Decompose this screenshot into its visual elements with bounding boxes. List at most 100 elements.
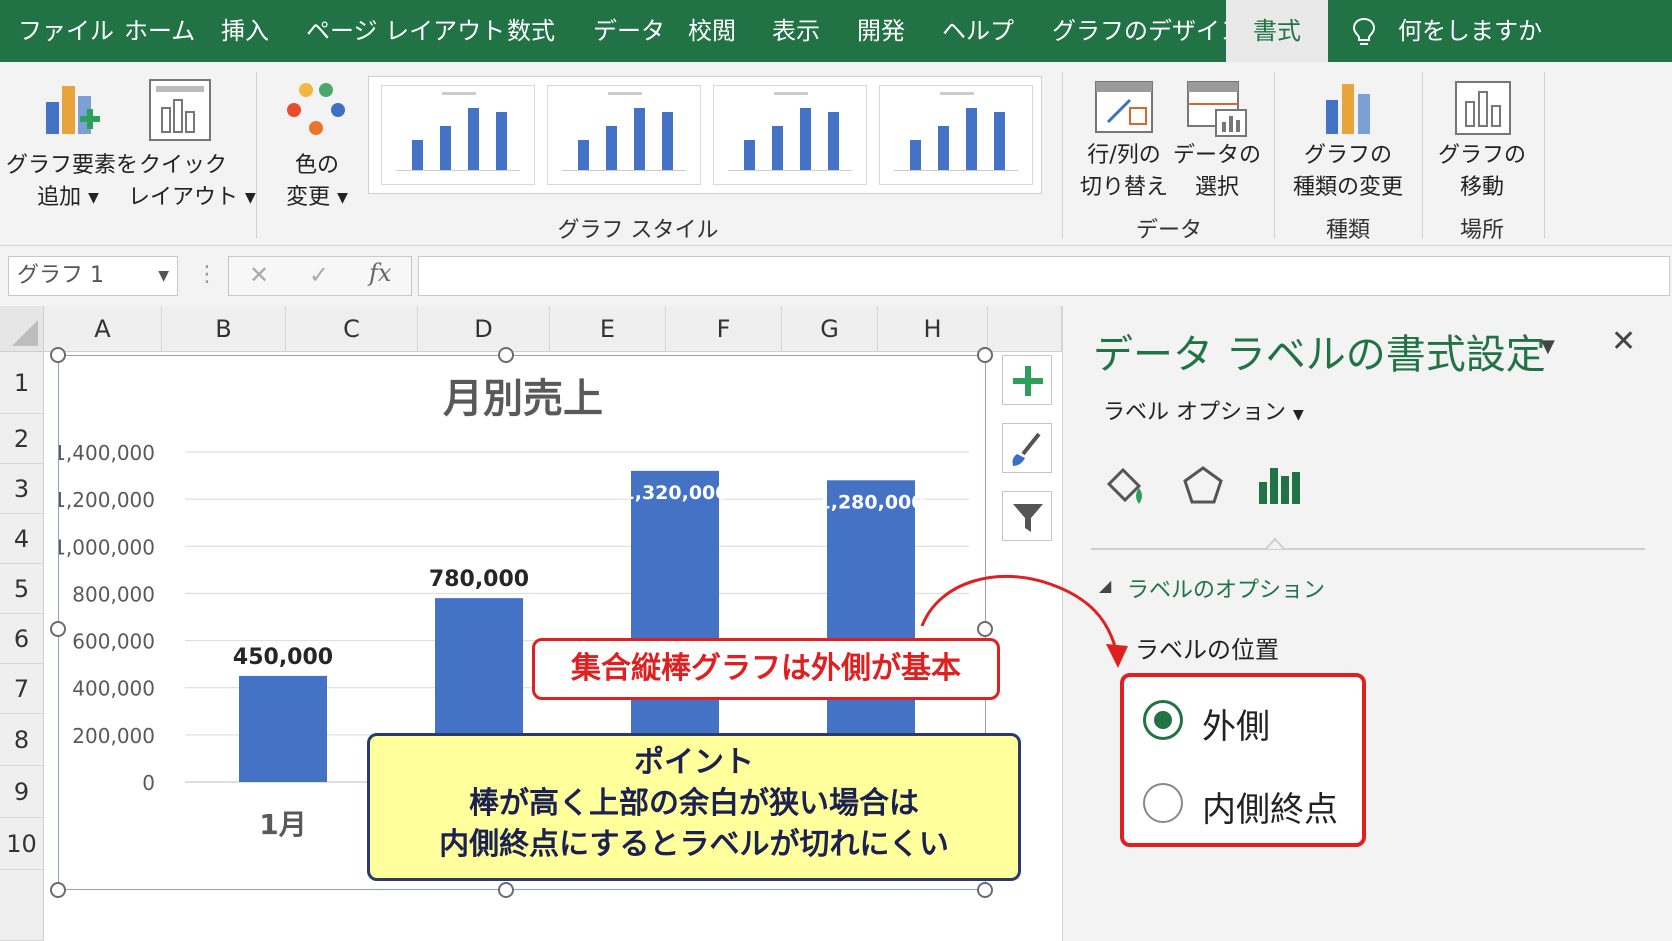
row-header-9[interactable]: 9	[0, 766, 44, 818]
tab-formulas[interactable]: 数式	[507, 0, 555, 62]
enter-icon[interactable]: ✓	[309, 261, 329, 289]
chart-title: 月別売上	[443, 376, 603, 422]
resize-handle-bottom-right[interactable]	[977, 882, 993, 898]
change-chart-type-button[interactable]: グラフの 種類の変更	[1286, 72, 1410, 208]
tab-format[interactable]: 書式	[1226, 0, 1328, 62]
resize-handle-bottom[interactable]	[498, 882, 514, 898]
column-header-e[interactable]: E	[550, 306, 666, 352]
row-header-10[interactable]: 10	[0, 818, 44, 870]
tab-developer[interactable]: 開発	[857, 0, 905, 62]
switch-row-column-label-1: 行/列の	[1087, 143, 1161, 168]
add-chart-element-button[interactable]: グラフ要素を 追加 ▼	[6, 72, 138, 222]
column-header-h[interactable]: H	[878, 306, 988, 352]
row-header-8[interactable]: 8	[0, 714, 44, 766]
radio-inside-end[interactable]	[1143, 783, 1183, 823]
ribbon-divider	[256, 72, 257, 238]
column-header-c[interactable]: C	[286, 306, 418, 352]
quick-layout-icon	[149, 79, 211, 141]
resize-handle-bottom-left[interactable]	[50, 882, 66, 898]
row-header-7[interactable]: 7	[0, 664, 44, 714]
chart-elements-button[interactable]	[1002, 355, 1052, 405]
row-header-3[interactable]: 3	[0, 464, 44, 514]
row-header-5[interactable]: 5	[0, 564, 44, 614]
chart-style-gallery	[368, 76, 1042, 194]
radio-outside-end[interactable]	[1143, 700, 1183, 740]
switch-row-column-icon	[1095, 81, 1153, 133]
name-box[interactable]: グラフ 1 ▼	[8, 256, 178, 296]
ribbon-divider	[1422, 72, 1423, 238]
column-header-g[interactable]: G	[782, 306, 878, 352]
move-chart-icon	[1455, 81, 1511, 135]
chart-style-thumbnail-3[interactable]	[713, 85, 867, 185]
row-header-2[interactable]: 2	[0, 414, 44, 464]
formula-input[interactable]	[418, 256, 1670, 296]
chart-filters-button[interactable]	[1002, 491, 1052, 541]
tab-home[interactable]: ホーム	[124, 0, 195, 62]
column-header-a[interactable]: A	[44, 306, 162, 352]
pane-divider	[1091, 548, 1645, 550]
tab-chart-design[interactable]: グラフのデザイン	[1052, 0, 1244, 62]
tab-data[interactable]: データ	[593, 0, 665, 62]
ribbon: グラフ要素を 追加 ▼ クイック レイアウト ▼ 色の 変更 ▼ グラフ スタイ…	[0, 62, 1672, 246]
pane-options-chevron-icon[interactable]: ▼	[1541, 336, 1555, 357]
column-header-f[interactable]: F	[666, 306, 782, 352]
change-colors-label-2: 変更	[286, 185, 331, 210]
chart-style-thumbnail-4[interactable]	[879, 85, 1033, 185]
chevron-down-icon[interactable]: ▼	[158, 257, 169, 295]
ribbon-divider	[1274, 72, 1275, 238]
insert-function-icon[interactable]: fx	[369, 259, 391, 287]
tab-review[interactable]: 校閲	[688, 0, 736, 62]
y-tick-label: 800,000	[72, 582, 155, 606]
x-category-label: 1月	[259, 808, 306, 841]
chart-styles-button[interactable]	[1002, 423, 1052, 473]
select-data-label-2: 選択	[1194, 175, 1239, 200]
change-chart-type-label-1: グラフの	[1303, 143, 1392, 168]
chart-style-thumbnail-1[interactable]	[381, 85, 535, 185]
resize-handle-top[interactable]	[498, 347, 514, 363]
quick-layout-button[interactable]: クイック レイアウト ▼	[128, 72, 256, 222]
radio-outside-end-label[interactable]: 外側	[1202, 699, 1270, 748]
label-options-section-header[interactable]: ラベルのオプション	[1127, 572, 1325, 604]
resize-handle-top-left[interactable]	[50, 347, 66, 363]
dropdown-caret-icon: ▼	[88, 190, 99, 206]
name-box-value: グラフ 1	[17, 263, 104, 288]
radio-inside-end-label[interactable]: 内側終点	[1202, 782, 1338, 831]
y-tick-label: 1,400,000	[59, 441, 155, 465]
resize-handle-top-right[interactable]	[977, 347, 993, 363]
fill-line-icon[interactable]	[1103, 464, 1149, 510]
data-label: 450,000	[233, 645, 333, 670]
ribbon-divider	[1062, 72, 1063, 238]
close-icon[interactable]: ✕	[1611, 324, 1636, 359]
dropdown-caret-icon: ▼	[337, 190, 348, 206]
tab-file[interactable]: ファイル	[18, 0, 114, 62]
switch-row-column-button[interactable]: 行/列の 切り替え	[1076, 72, 1172, 208]
chart-style-thumbnail-2[interactable]	[547, 85, 701, 185]
select-data-button[interactable]: データの 選択	[1172, 72, 1262, 208]
paintbrush-icon	[1012, 432, 1041, 466]
row-header-1[interactable]: 1	[0, 352, 44, 414]
more-options-icon: ⋮	[196, 262, 218, 287]
change-colors-button[interactable]: 色の 変更 ▼	[272, 72, 362, 222]
select-all-corner[interactable]	[0, 306, 44, 352]
column-header-d[interactable]: D	[418, 306, 550, 352]
pane-title: データ ラベルの書式設定	[1093, 332, 1546, 378]
label-options-dropdown[interactable]: ラベル オプション ▼	[1103, 394, 1304, 426]
tell-me-search[interactable]: 何をしますか	[1398, 0, 1542, 62]
chevron-down-icon: ▼	[1293, 407, 1304, 423]
effects-pentagon-icon[interactable]	[1181, 464, 1225, 508]
active-tab-pointer-icon	[1263, 537, 1287, 550]
resize-handle-left[interactable]	[50, 621, 66, 637]
switch-row-column-label-2: 切り替え	[1079, 175, 1168, 200]
row-header-4[interactable]: 4	[0, 514, 44, 564]
tab-page-layout[interactable]: ページ レイアウト	[306, 0, 505, 62]
select-data-label-1: データの	[1172, 143, 1261, 168]
tab-view[interactable]: 表示	[772, 0, 820, 62]
move-chart-button[interactable]: グラフの 移動	[1434, 72, 1530, 208]
tab-help[interactable]: ヘルプ	[942, 0, 1014, 62]
label-options-chart-icon[interactable]	[1257, 464, 1301, 506]
cancel-icon[interactable]: ✕	[249, 261, 269, 289]
data-label: 780,000	[429, 567, 529, 592]
column-header-b[interactable]: B	[162, 306, 286, 352]
tab-insert[interactable]: 挿入	[221, 0, 269, 62]
row-header-6[interactable]: 6	[0, 614, 44, 664]
